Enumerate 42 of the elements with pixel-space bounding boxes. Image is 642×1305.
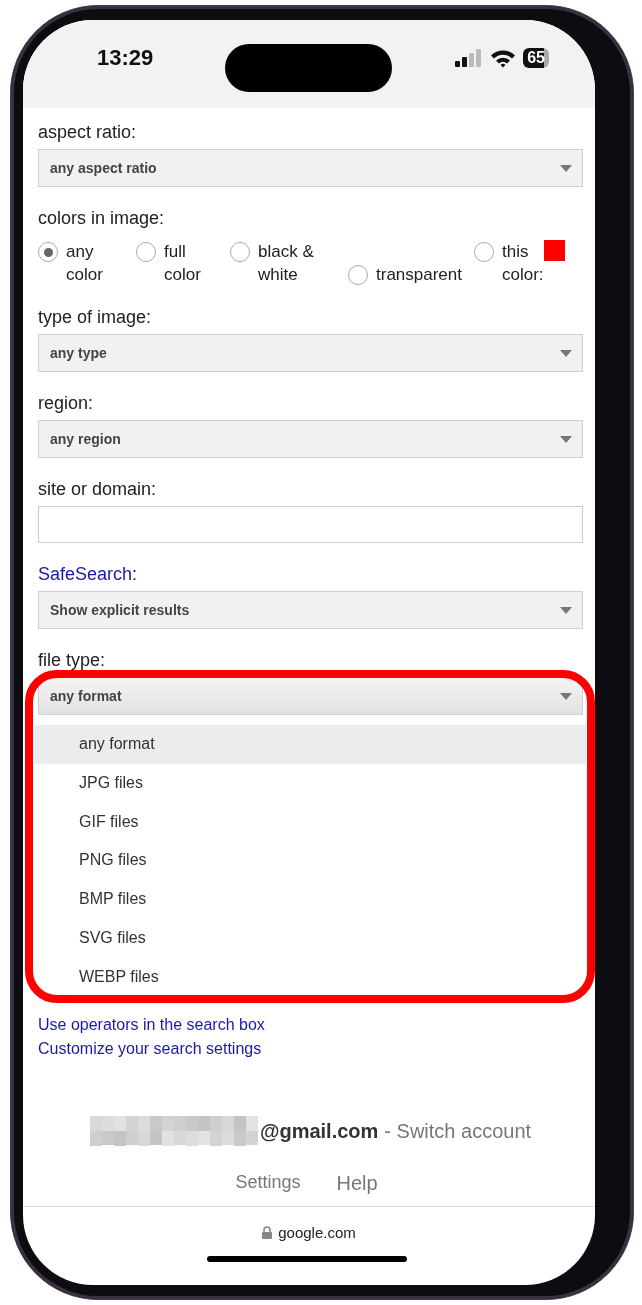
menu-option[interactable]: GIF files: [35, 802, 586, 842]
field-label: colors in image:: [38, 207, 166, 229]
page-link[interactable]: Use operators in the search box: [38, 1013, 583, 1037]
field-label: file type:: [38, 649, 107, 671]
radio-label: this color:: [502, 241, 544, 286]
dropdown-arrow-icon: [560, 606, 572, 614]
menu-option[interactable]: PNG files: [35, 841, 586, 881]
status-time: 13:29: [97, 45, 154, 71]
dropdown-select[interactable]: Show explicit results: [38, 591, 583, 629]
color-swatch[interactable]: [543, 240, 565, 261]
signal-icon: [455, 49, 484, 67]
radio-label: full color: [164, 241, 202, 286]
dropdown-select[interactable]: any aspect ratio: [38, 149, 583, 187]
menu-option[interactable]: WEBP files: [35, 957, 586, 997]
footer-link[interactable]: Help: [336, 1172, 378, 1195]
field-label: type of image:: [38, 306, 153, 328]
field-label: aspect ratio:: [38, 121, 138, 143]
dropdown-arrow-icon: [560, 349, 572, 357]
radio-label: any color: [66, 241, 104, 286]
dropdown-select[interactable]: any region: [38, 420, 583, 458]
wifi-icon: [490, 48, 517, 68]
dropdown-select[interactable]: any format: [38, 677, 583, 715]
dropdown-arrow-icon: [560, 435, 572, 443]
dropdown-arrow-icon: [560, 164, 572, 172]
menu-option[interactable]: SVG files: [35, 919, 586, 958]
radio-label: black & white: [258, 241, 315, 286]
dropdown-select[interactable]: any type: [38, 334, 583, 372]
dropdown-arrow-icon: [560, 692, 572, 700]
switch-account-link[interactable]: - Switch account: [384, 1119, 532, 1143]
lock-icon: [262, 1225, 273, 1239]
menu-option[interactable]: BMP files: [35, 880, 586, 919]
page-link[interactable]: Customize your search settings: [38, 1037, 583, 1061]
field-label: region:: [38, 392, 95, 414]
footer-link[interactable]: Settings: [235, 1172, 301, 1195]
field-label: :: [132, 564, 138, 584]
menu-option[interactable]: any format: [35, 725, 586, 764]
safesearch-link[interactable]: SafeSearch: [38, 564, 133, 584]
radio-label: transparent: [376, 264, 462, 286]
field-label: site or domain:: [38, 478, 158, 500]
account-email: @gmail.com: [259, 1119, 379, 1143]
menu-option[interactable]: JPG files: [35, 763, 586, 803]
text-input-field[interactable]: [38, 506, 583, 543]
